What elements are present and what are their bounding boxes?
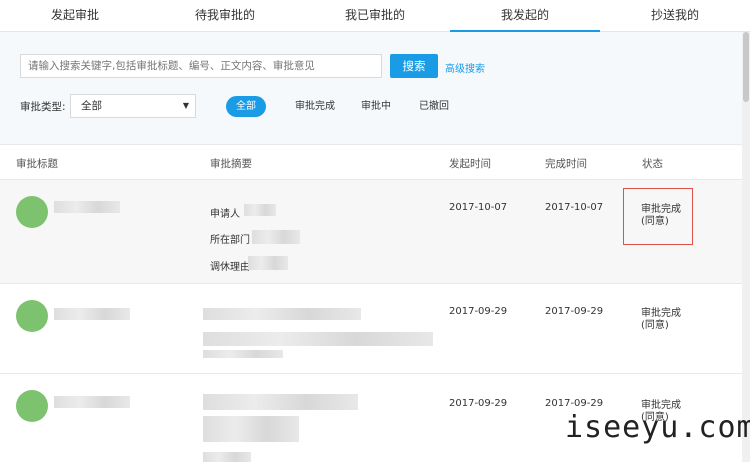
tab-cc-to-me[interactable]: 抄送我的: [600, 0, 750, 32]
title-redacted: [54, 396, 130, 408]
table-header: 审批标题 审批摘要 发起时间 完成时间 状态: [0, 146, 742, 180]
search-button[interactable]: 搜索: [390, 54, 438, 78]
highlight-annotation-box: [623, 188, 693, 245]
column-header-end-time: 完成时间: [545, 158, 587, 170]
summary-redacted: [203, 308, 361, 320]
summary-redacted: [248, 256, 288, 270]
summary-applicant-label: 申请人: [210, 209, 240, 220]
tab-bar: 发起审批 待我审批的 我已审批的 我发起的 抄送我的: [0, 0, 750, 32]
column-header-status: 状态: [642, 158, 663, 170]
summary-redacted: [252, 230, 300, 244]
title-redacted: [54, 201, 120, 213]
status-result: (同意): [641, 320, 669, 331]
summary-redacted: [203, 350, 283, 358]
avatar: [16, 390, 48, 422]
chevron-down-icon: ▼: [182, 101, 189, 110]
column-header-start-time: 发起时间: [449, 158, 491, 170]
start-time: 2017-10-07: [449, 202, 508, 213]
status-filter-withdrawn[interactable]: 已撤回: [419, 96, 449, 117]
column-header-summary: 审批摘要: [210, 158, 252, 170]
summary-department-label: 所在部门: [210, 235, 250, 246]
summary-redacted: [203, 394, 358, 410]
advanced-search-link[interactable]: 高级搜索: [445, 60, 485, 75]
approval-type-select[interactable]: 全部 ▼: [70, 94, 196, 118]
watermark-text: iseeyu.com: [565, 410, 750, 445]
filter-panel: 搜索 高级搜索 审批类型: 全部 ▼ 全部 审批完成 审批中 已撤回: [0, 32, 742, 145]
search-input[interactable]: [20, 54, 382, 78]
summary-redacted: [244, 204, 276, 216]
scrollbar-thumb[interactable]: [743, 32, 749, 102]
scrollbar[interactable]: [742, 32, 750, 462]
status-label: 审批完成: [641, 308, 681, 319]
tab-approved-by-me[interactable]: 我已审批的: [300, 0, 450, 32]
summary-redacted: [203, 452, 251, 462]
approval-type-value: 全部: [81, 100, 102, 112]
summary-redacted: [203, 332, 433, 346]
start-time: 2017-09-29: [449, 306, 508, 317]
status-filter-in-progress[interactable]: 审批中: [361, 96, 391, 117]
status-text: 审批完成 (同意): [641, 308, 681, 332]
tab-pending-my-approval[interactable]: 待我审批的: [150, 0, 300, 32]
end-time: 2017-09-29: [545, 398, 604, 409]
avatar: [16, 300, 48, 332]
table-row[interactable]: 2017-09-29 2017-09-29 审批完成 (同意): [0, 284, 742, 374]
tab-initiated-by-me[interactable]: 我发起的: [450, 0, 600, 32]
end-time: 2017-09-29: [545, 306, 604, 317]
avatar: [16, 196, 48, 228]
summary-redacted: [203, 416, 299, 442]
approval-type-label: 审批类型:: [20, 101, 66, 113]
start-time: 2017-09-29: [449, 398, 508, 409]
summary-reason-label: 调休理由: [210, 262, 250, 273]
title-redacted: [54, 308, 130, 320]
tab-start-approval[interactable]: 发起审批: [0, 0, 150, 32]
column-header-title: 审批标题: [16, 158, 58, 170]
end-time: 2017-10-07: [545, 202, 604, 213]
status-filter-completed[interactable]: 审批完成: [295, 96, 335, 117]
status-filter-all[interactable]: 全部: [226, 96, 266, 117]
